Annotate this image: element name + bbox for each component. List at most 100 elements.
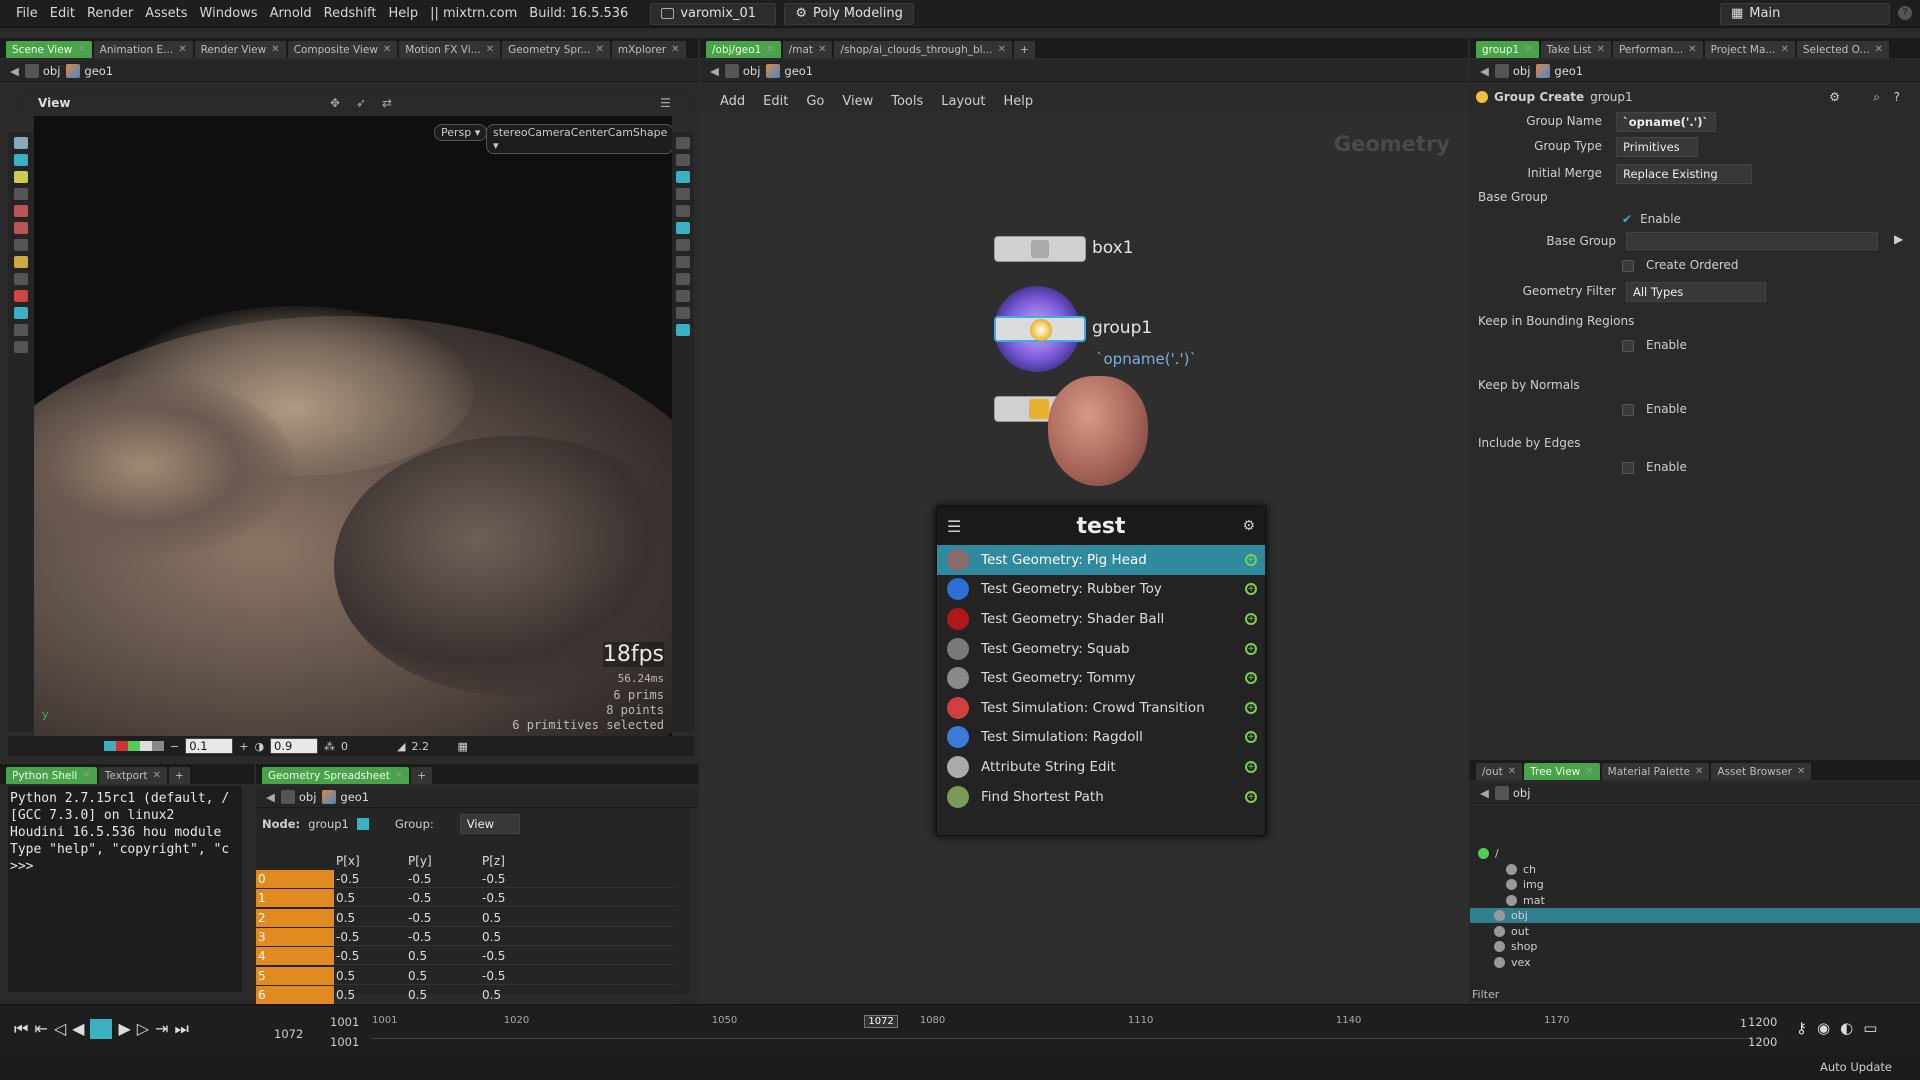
- node-group1[interactable]: [994, 316, 1086, 342]
- tab-python-shell[interactable]: Python Shell ✕: [6, 767, 97, 784]
- background-icon[interactable]: [676, 290, 690, 302]
- next-key-icon[interactable]: ⇥: [155, 1019, 168, 1039]
- normal-display-icon[interactable]: [676, 222, 690, 234]
- tab-geometry-spreadsheet[interactable]: Geometry Spreadsheet ✕: [262, 767, 410, 784]
- key-icon[interactable]: ⚷: [1796, 1019, 1807, 1037]
- magnet-tool-icon[interactable]: [14, 290, 28, 302]
- node-name-label[interactable]: group1: [1590, 90, 1633, 104]
- audio-icon[interactable]: ◉: [1817, 1019, 1830, 1037]
- tab-shop[interactable]: /shop/ai_clouds_through_bl... ✕: [834, 41, 1012, 58]
- tab-mxplorer[interactable]: mXplorer ✕: [611, 41, 686, 58]
- start-frame-2[interactable]: 1001: [330, 1035, 359, 1049]
- jump-start-icon[interactable]: ⏮: [14, 1019, 28, 1039]
- popup-gear-icon[interactable]: ⚙: [1242, 518, 1255, 534]
- add-item-icon[interactable]: +: [1245, 642, 1257, 655]
- menu-edit[interactable]: Edit: [44, 6, 81, 21]
- tab-animation-editor[interactable]: Animation E... ✕: [93, 41, 193, 58]
- viewport-layout-icon[interactable]: ☰: [660, 96, 671, 110]
- tab-project-manager[interactable]: Project Ma... ✕: [1704, 41, 1795, 58]
- net-menu-go[interactable]: Go: [806, 94, 824, 109]
- add-item-icon[interactable]: +: [1245, 731, 1257, 744]
- stop-icon[interactable]: [90, 1019, 113, 1039]
- handle-tool-icon[interactable]: ✥: [330, 96, 340, 110]
- base-group-enable[interactable]: ✔ Enable: [1622, 212, 1681, 226]
- desktop-selector[interactable]: varomix_01: [650, 2, 777, 25]
- table-row[interactable]: 0 -0.5 -0.5 -0.5: [256, 870, 676, 888]
- tab-motion-fx[interactable]: Motion FX Vi... ✕: [399, 41, 501, 58]
- menu-windows[interactable]: Windows: [194, 6, 264, 21]
- point-display-icon[interactable]: [676, 205, 690, 217]
- tab-material-palette[interactable]: Material Palette ✕: [1601, 763, 1710, 780]
- guide-display-icon[interactable]: [676, 239, 690, 251]
- back-arrow-icon[interactable]: ◀: [10, 64, 19, 78]
- add-item-icon[interactable]: +: [1245, 790, 1257, 803]
- geometry-filter-dropdown[interactable]: All Types: [1626, 282, 1766, 302]
- tree-item-ch[interactable]: ch: [1470, 862, 1920, 877]
- shading-icon[interactable]: [676, 171, 690, 183]
- tab-obj-geo1[interactable]: /obj/geo1 ✕: [706, 41, 781, 58]
- tree-item-shop[interactable]: shop: [1470, 939, 1920, 954]
- back-arrow-icon[interactable]: ◀: [1480, 64, 1489, 78]
- tree-item-vex[interactable]: vex: [1470, 955, 1920, 970]
- tree-item-mat[interactable]: mat: [1470, 893, 1920, 908]
- table-row[interactable]: 6 0.5 0.5 0.5: [256, 985, 676, 1004]
- popup-item[interactable]: Attribute String Edit +: [937, 752, 1265, 782]
- tab-composite-view[interactable]: Composite View ✕: [287, 41, 398, 58]
- column-header[interactable]: P[z]: [482, 854, 505, 868]
- tab-group1-params[interactable]: group1 ✕: [1476, 41, 1539, 58]
- popup-item[interactable]: Test Simulation: Ragdoll +: [937, 723, 1265, 753]
- prev-key-icon[interactable]: ⇤: [34, 1019, 47, 1039]
- path-obj[interactable]: obj: [724, 63, 760, 78]
- grid-toggle-icon[interactable]: ▦: [458, 740, 468, 753]
- paint-tool-icon[interactable]: [14, 171, 28, 183]
- play-icon[interactable]: ▶: [118, 1019, 130, 1039]
- contrast-icon[interactable]: ◑: [254, 740, 264, 753]
- base-group-arrow-icon[interactable]: ▶: [1894, 232, 1903, 246]
- move-tool-icon[interactable]: [14, 154, 28, 166]
- menu-render[interactable]: Render: [81, 6, 139, 21]
- tab-performance[interactable]: Performan... ✕: [1612, 41, 1703, 58]
- path-geo[interactable]: geo1: [66, 63, 113, 78]
- tab-render-view[interactable]: Render View ✕: [194, 41, 286, 58]
- back-arrow-icon[interactable]: ◀: [1480, 786, 1489, 800]
- add-item-icon[interactable]: +: [1245, 612, 1257, 625]
- net-menu-view[interactable]: View: [842, 94, 873, 109]
- shelf-selector[interactable]: ⚙ Poly Modeling: [784, 2, 915, 25]
- menu-redshift[interactable]: Redshift: [318, 6, 383, 21]
- light-tool-icon[interactable]: [14, 341, 28, 353]
- view-tool-icon[interactable]: ➶: [356, 96, 366, 110]
- node-group1-label[interactable]: group1: [1092, 318, 1152, 338]
- end-frame-2[interactable]: 1200: [1748, 1035, 1777, 1049]
- group-name-field[interactable]: `opname('.')`: [1616, 112, 1716, 132]
- select-tool-icon[interactable]: [14, 137, 28, 149]
- scale-tool-icon[interactable]: [14, 222, 28, 234]
- main-layout-selector[interactable]: ▦ Main: [1720, 2, 1890, 25]
- pose-tool-icon[interactable]: [14, 239, 28, 251]
- persp-dropdown[interactable]: Persp ▾: [434, 124, 488, 141]
- path-geo[interactable]: geo1: [322, 789, 369, 804]
- popup-item[interactable]: Test Geometry: Squab +: [937, 634, 1265, 664]
- node-box1-label[interactable]: box1: [1092, 238, 1134, 258]
- help-icon[interactable]: ?: [1898, 6, 1912, 20]
- decrement-icon[interactable]: −: [170, 740, 179, 753]
- tab-selected-objects[interactable]: Selected O... ✕: [1796, 41, 1889, 58]
- create-ordered-toggle[interactable]: Create Ordered: [1622, 258, 1739, 272]
- snap-tool-icon[interactable]: [14, 307, 28, 319]
- path-geo[interactable]: geo1: [766, 63, 813, 78]
- include-edges-enable[interactable]: Enable: [1622, 460, 1687, 474]
- tab-geometry-spreadsheet[interactable]: Geometry Spr... ✕: [502, 41, 610, 58]
- add-item-icon[interactable]: +: [1245, 672, 1257, 685]
- stereo-icon[interactable]: [676, 324, 690, 336]
- back-arrow-icon[interactable]: ◀: [710, 64, 719, 78]
- popup-item[interactable]: Test Geometry: Rubber Toy +: [937, 575, 1265, 605]
- count-value[interactable]: 0: [341, 740, 391, 753]
- swap-icon[interactable]: ⇄: [382, 96, 392, 110]
- keep-bbox-checkbox[interactable]: [1622, 339, 1634, 352]
- tab-scene-view[interactable]: Scene View ✕: [6, 41, 92, 58]
- tree-path-obj[interactable]: obj: [1494, 785, 1530, 800]
- ghost-display-icon[interactable]: [676, 273, 690, 285]
- node-box1[interactable]: [994, 236, 1086, 262]
- popup-item[interactable]: Test Geometry: Shader Ball +: [937, 604, 1265, 634]
- tab-textport[interactable]: Textport ✕: [98, 767, 167, 784]
- param-gear-icon[interactable]: ⚙: [1829, 90, 1840, 104]
